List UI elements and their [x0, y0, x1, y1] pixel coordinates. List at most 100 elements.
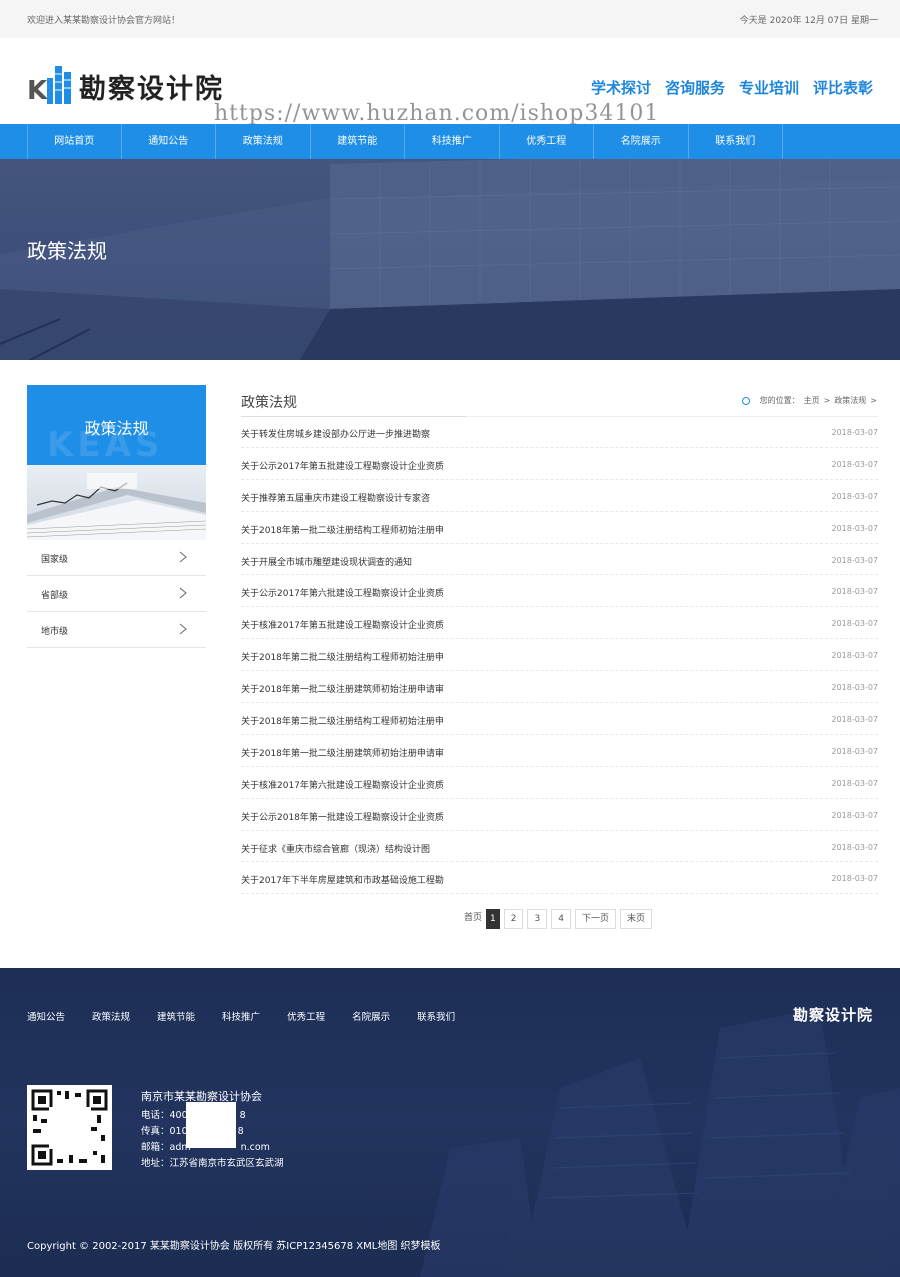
footer-link-notices[interactable]: 通知公告 — [27, 1009, 65, 1023]
footer-link-policy[interactable]: 政策法规 — [92, 1009, 130, 1023]
footer-address: 地址：江苏省南京市玄武区玄武湖 — [141, 1158, 284, 1169]
sidebar-title: 政策法规 — [84, 419, 149, 438]
news-title[interactable]: 关于2018年第二批二级注册结构工程师初始注册申 — [241, 650, 471, 663]
news-item[interactable]: 关于2018年第二批二级注册结构工程师初始注册申 2018-03-07 — [241, 703, 878, 735]
sidebar-item-municipal[interactable]: 地市级 — [27, 612, 206, 648]
nav-item-notices[interactable]: 通知公告 — [122, 124, 216, 159]
breadcrumb-separator: > — [870, 396, 877, 405]
sidebar-image — [27, 465, 206, 540]
date-text: 今天是 2020年 12月 07日 星期一 — [739, 16, 878, 26]
nav-item-policy[interactable]: 政策法规 — [216, 124, 311, 159]
news-date: 2018-03-07 — [831, 746, 879, 756]
header-link-consulting[interactable]: 咨询服务 — [665, 77, 725, 98]
news-title[interactable]: 关于公示2017年第五批建设工程勘察设计企业资质 — [241, 459, 471, 472]
news-title[interactable]: 关于开展全市城市雕塑建设现状调查的通知 — [241, 555, 471, 568]
news-item[interactable]: 关于2018年第二批二级注册结构工程师初始注册申 2018-03-07 — [241, 639, 879, 672]
sidebar-item-national[interactable]: 国家级 — [27, 540, 206, 576]
news-title[interactable]: 关于2018年第一批二级注册建筑师初始注册申请审 — [241, 682, 471, 695]
news-item[interactable]: 关于2018年第一批二级注册建筑师初始注册申请审 2018-03-07 — [241, 671, 879, 704]
breadcrumb: 您的位置： 主页 > 政策法规 > — [741, 395, 877, 406]
logo-letter: K — [27, 76, 47, 106]
breadcrumb-home[interactable]: 主页 — [804, 395, 820, 406]
copyright-text: Copyright © 2002-2017 某某勘察设计协会 版权所有 苏ICP… — [27, 1241, 441, 1252]
pager-page-2[interactable]: 2 — [503, 909, 524, 929]
header-link-research[interactable]: 学术探讨 — [591, 77, 651, 98]
sidebar-item-label: 国家级 — [41, 555, 69, 565]
footer-nav: 通知公告 政策法规 建筑节能 科技推广 优秀工程 名院展示 联系我们 — [27, 1009, 455, 1023]
nav-item-energy[interactable]: 建筑节能 — [311, 124, 405, 159]
news-title[interactable]: 关于2018年第二批二级注册结构工程师初始注册申 — [241, 714, 471, 727]
nav-item-home[interactable]: 网站首页 — [27, 124, 122, 159]
logo-name: 勘察设计院 — [79, 74, 224, 105]
news-title[interactable]: 关于推荐第五届重庆市建设工程勘察设计专家咨 — [241, 491, 471, 504]
pager-page-current[interactable]: 1 — [486, 909, 500, 929]
chevron-right-icon — [179, 551, 187, 563]
footer-link-contact[interactable]: 联系我们 — [417, 1009, 455, 1023]
footer-link-projects[interactable]: 优秀工程 — [287, 1009, 325, 1023]
nav-item-projects[interactable]: 优秀工程 — [500, 124, 594, 159]
news-title[interactable]: 关于2018年第一批二级注册结构工程师初始注册申 — [241, 523, 471, 536]
building-icon — [47, 66, 71, 104]
main-nav: 网站首页 通知公告 政策法规 建筑节能 科技推广 优秀工程 名院展示 联系我们 — [0, 124, 900, 159]
nav-item-contact[interactable]: 联系我们 — [689, 124, 783, 159]
news-item[interactable]: 关于征求《重庆市综合管廊（现浇）结构设计图 2018-03-07 — [241, 831, 878, 863]
news-date: 2018-03-07 — [831, 810, 879, 820]
breadcrumb-prefix: 您的位置： — [759, 396, 800, 405]
footer-logo: 勘察设计院 — [792, 1006, 873, 1024]
sidebar-item-label: 省部级 — [41, 591, 69, 601]
site-header: K 勘察设计院 https://www.huzhan.com/ishop3410… — [0, 38, 900, 126]
header-links: 学术探讨 咨询服务 专业培训 评比表彰 — [591, 77, 873, 98]
sidebar-item-provincial[interactable]: 省部级 — [27, 576, 206, 612]
news-item[interactable]: 关于核准2017年第六批建设工程勘察设计企业资质 2018-03-07 — [241, 767, 878, 799]
news-item[interactable]: 关于开展全市城市雕塑建设现状调查的通知 2018-03-07 — [241, 544, 878, 576]
news-title[interactable]: 关于公示2017年第六批建设工程勘察设计企业资质 — [241, 586, 471, 599]
watermark-url: https://www.huzhan.com/ishop34101 — [214, 101, 660, 126]
nav-item-tech[interactable]: 科技推广 — [405, 124, 500, 159]
news-title[interactable]: 关于2018年第一批二级注册建筑师初始注册申请审 — [241, 746, 471, 759]
news-title[interactable]: 关于转发住房城乡建设部办公厅进一步推进勘察 — [241, 427, 471, 440]
news-date: 2018-03-07 — [831, 619, 879, 629]
breadcrumb-separator: > — [823, 396, 831, 405]
pager-page-3[interactable]: 3 — [527, 909, 548, 929]
news-date: 2018-03-07 — [831, 555, 879, 565]
site-footer: 通知公告 政策法规 建筑节能 科技推广 优秀工程 名院展示 联系我们 勘察设计院 — [0, 968, 900, 1277]
building-banner-image — [0, 159, 900, 360]
welcome-text: 欢迎进入某某勘察设计协会官方网站！ — [27, 16, 181, 26]
header-link-awards[interactable]: 评比表彰 — [813, 77, 873, 98]
chevron-right-icon — [179, 623, 187, 635]
footer-link-energy[interactable]: 建筑节能 — [157, 1009, 195, 1023]
news-title[interactable]: 关于核准2017年第五批建设工程勘察设计企业资质 — [241, 618, 471, 631]
news-title[interactable]: 关于公示2018年第一批建设工程勘察设计企业资质 — [241, 810, 471, 823]
news-title[interactable]: 关于核准2017年第六批建设工程勘察设计企业资质 — [241, 778, 471, 791]
redaction-mask — [186, 1102, 236, 1148]
pager-page-4[interactable]: 4 — [551, 909, 571, 929]
news-item[interactable]: 关于公示2018年第一批建设工程勘察设计企业资质 2018-03-07 — [241, 799, 878, 831]
news-title[interactable]: 关于2017年下半年房屋建筑和市政基础设施工程勘 — [241, 873, 471, 886]
news-date: 2018-03-07 — [831, 778, 879, 788]
news-item[interactable]: 关于推荐第五届重庆市建设工程勘察设计专家咨 2018-03-07 — [241, 480, 878, 512]
news-item[interactable]: 关于转发住房城乡建设部办公厅进一步推进勘察 2018-03-07 — [241, 416, 878, 448]
nav-item-institutes[interactable]: 名院展示 — [594, 124, 689, 159]
header-link-training[interactable]: 专业培训 — [739, 77, 799, 98]
news-title[interactable]: 关于征求《重庆市综合管廊（现浇）结构设计图 — [241, 842, 471, 855]
pager-first[interactable]: 首页 — [464, 909, 483, 929]
news-list: 关于转发住房城乡建设部办公厅进一步推进勘察 2018-03-07 关于公示2017… — [241, 416, 879, 895]
location-icon — [741, 396, 750, 405]
section-title: 政策法规 — [241, 395, 297, 411]
news-item[interactable]: 关于2018年第一批二级注册建筑师初始注册申请审 2018-03-07 — [241, 735, 878, 767]
footer-link-institutes[interactable]: 名院展示 — [352, 1009, 390, 1023]
breadcrumb-current[interactable]: 政策法规 — [834, 395, 866, 406]
footer-link-tech[interactable]: 科技推广 — [222, 1009, 260, 1023]
news-item[interactable]: 关于公示2017年第六批建设工程勘察设计企业资质 2018-03-07 — [241, 575, 878, 608]
news-date: 2018-03-07 — [831, 651, 879, 661]
page-banner: 政策法规 — [0, 159, 900, 360]
news-item[interactable]: 关于2017年下半年房屋建筑和市政基础设施工程勘 2018-03-07 — [241, 862, 878, 895]
news-item[interactable]: 关于核准2017年第五批建设工程勘察设计企业资质 2018-03-07 — [241, 607, 879, 640]
news-date: 2018-03-07 — [831, 842, 879, 852]
news-item[interactable]: 关于2018年第一批二级注册结构工程师初始注册申 2018-03-07 — [241, 512, 878, 544]
pager-last[interactable]: 末页 — [619, 909, 652, 929]
pager-next[interactable]: 下一页 — [574, 909, 616, 929]
news-date: 2018-03-07 — [831, 683, 879, 693]
newspaper-chart-image — [27, 473, 206, 540]
news-item[interactable]: 关于公示2017年第五批建设工程勘察设计企业资质 2018-03-07 — [241, 448, 878, 480]
